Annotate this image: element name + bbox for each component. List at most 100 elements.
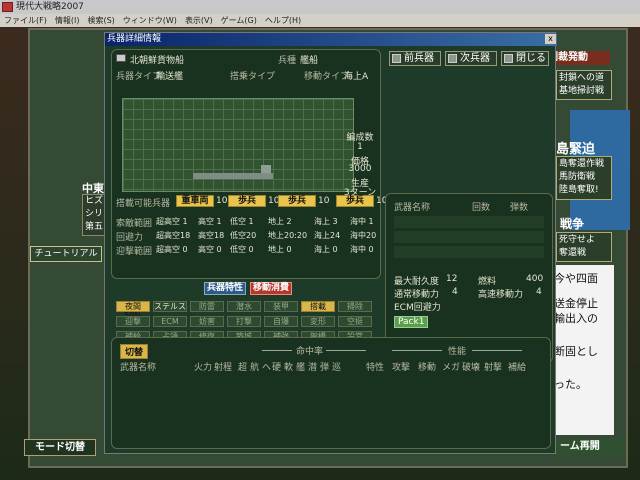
price-value: 3000 (348, 164, 372, 174)
performance-column-header: 攻撃 (392, 363, 411, 373)
weapon-ammo-header: 弾数 (510, 203, 529, 213)
menu-item[interactable]: ヘルプ(H) (265, 16, 301, 25)
durability-value: 12 (446, 274, 458, 284)
briefing-line: 今や四面 (554, 272, 598, 285)
tab-move-cost[interactable]: 移動消費 (250, 282, 292, 295)
feature-chip[interactable]: 装甲 (264, 301, 298, 312)
weapon-detail-dialog: 兵器詳細情報 x 北朝鮮貨物船 兵種 艦船 兵器タイプ 輸送艦 搭乗タイプ 移動タ… (104, 32, 557, 454)
weapon-row[interactable] (394, 246, 544, 258)
range-cell: 地上20:20 (268, 231, 308, 240)
range-cell: 海上 0 (314, 245, 338, 254)
scenario-box-island[interactable]: 島奪還作戦 馬防衛戦 陸島奪取! (556, 156, 612, 200)
scenario-item[interactable]: 死守せよ (559, 234, 609, 247)
game-window: 現代大戦略2007 ファイル(F) 情報(I) 検索(S) ウィンドウ(W) 表示(V)… (0, 0, 640, 480)
menu-bar: ファイル(F) 情報(I) 検索(S) ウィンドウ(W) 表示(V) ゲーム(G) ヘルプ(… (0, 14, 640, 27)
unit-name: 北朝鮮貨物船 (130, 56, 185, 66)
menu-item[interactable]: 表示(V) (185, 16, 213, 25)
feature-chip[interactable]: 夜間50% (116, 301, 150, 320)
switch-button[interactable]: 切替 (120, 344, 149, 359)
scenario-item[interactable]: 基地掃討戦 (559, 85, 609, 98)
close-icon[interactable]: x (545, 34, 556, 44)
feature-chip[interactable]: 妨害 (190, 316, 224, 327)
feature-chip[interactable]: 空挺 (338, 316, 372, 327)
menu-item[interactable]: 検索(S) (87, 16, 114, 25)
type-value: 艦船 (300, 56, 319, 66)
unit-info-panel: 北朝鮮貨物船 兵種 艦船 兵器タイプ 輸送艦 搭乗タイプ 移動タイプ 海上A 編… (111, 49, 387, 357)
dialog-title: 兵器詳細情報 x (105, 33, 557, 46)
range-cell: 低空 1 (230, 217, 254, 226)
divider (472, 350, 522, 351)
range-cell: 超高空 0 (156, 245, 188, 254)
feature-chip[interactable]: 掃除 (338, 301, 372, 312)
divider (392, 350, 442, 351)
carry-slot-value: 10 (318, 196, 330, 206)
feature-chip[interactable]: 打撃 (227, 316, 261, 327)
menu-item[interactable]: ウィンドウ(W) (123, 16, 177, 25)
range-cell: 超高空18 (156, 231, 191, 240)
performance-column-header: 弾 (320, 363, 330, 373)
performance-column-header: 特性 (366, 363, 385, 373)
performance-column-header: 超 (238, 363, 248, 373)
fast-move-value: 4 (536, 287, 542, 297)
window-title: 現代大戦略2007 (16, 2, 84, 12)
scenario-item[interactable]: 馬防衛戦 (559, 171, 609, 184)
menu-item[interactable]: 情報(I) (55, 16, 80, 25)
resume-game-button[interactable]: ーム再開 (556, 439, 626, 455)
island-label: 島緊迫 (556, 142, 596, 157)
carry-slot-name: 重車両 (176, 195, 214, 207)
divider (262, 350, 292, 351)
weapon-name-header: 武器名称 (394, 203, 431, 213)
menu-item[interactable]: ゲーム(G) (221, 16, 257, 25)
formation-value: 1 (357, 142, 363, 152)
feature-chip[interactable]: 防雷 (190, 301, 224, 312)
performance-column-header: 破壊 (462, 363, 481, 373)
next-weapon-button[interactable]: 次兵器 (445, 51, 497, 66)
scenario-item[interactable]: 島奪還作戦 (559, 158, 609, 171)
range-cell: 高空18 (198, 231, 225, 240)
performance-column-header: 軟 (284, 363, 294, 373)
weapon-row[interactable] (394, 216, 544, 228)
performance-column-header: 航 (250, 363, 260, 373)
feature-chip[interactable]: 潜水 (227, 301, 261, 312)
weapon-row[interactable] (394, 231, 544, 243)
range-cell: 海上 3 (314, 217, 338, 226)
tab-features[interactable]: 兵器特性 (204, 282, 246, 295)
next-weapon-label: 次兵器 (460, 53, 490, 64)
prev-weapon-label: 前兵器 (404, 53, 434, 64)
weapon-type-value: 輸送艦 (156, 72, 184, 82)
briefing-line: った。 (554, 378, 587, 391)
tutorial-button[interactable]: チュートリアル (30, 246, 102, 262)
pack-button[interactable]: Pack1 (394, 316, 429, 328)
scenario-item[interactable]: 奪還戦 (559, 247, 609, 260)
scenario-box-blockade[interactable]: 封鎖への道 基地掃討戦 (556, 70, 612, 100)
square-icon (392, 54, 401, 63)
durability-label: 最大耐久度 (394, 277, 440, 287)
menu-item[interactable]: ファイル(F) (4, 16, 47, 25)
square-icon (504, 54, 513, 63)
feature-chip[interactable]: 変形 (301, 316, 335, 327)
briefing-line: 輸出入の (554, 312, 598, 325)
scenario-box-war[interactable]: 死守せよ 奪還戦 (556, 232, 612, 262)
ship-bridge-icon (261, 165, 271, 173)
dialog-title-text: 兵器詳細情報 (107, 34, 162, 44)
feature-chip[interactable]: ECM (153, 316, 187, 327)
performance-column-header: 巡 (332, 363, 342, 373)
scenario-item[interactable]: 陸島奪取! (559, 184, 609, 197)
weapon-performance-panel: 切替 武器名称 命中率 性能 火力 射程超航ヘ硬軟艦潜弾巡 特性 攻撃 移動 メガ 破壊 射撃… (111, 337, 551, 449)
performance-column-header: 硬 (272, 363, 282, 373)
performance-column-header: ヘ (262, 363, 272, 373)
prev-weapon-button[interactable]: 前兵器 (389, 51, 441, 66)
move-type-value: 海上A (344, 72, 369, 82)
flag-icon (116, 54, 126, 62)
bottom-name-header: 武器名称 (120, 363, 157, 373)
feature-chip[interactable]: 迎撃 (116, 316, 150, 327)
range-row-label: 索敵範囲 (116, 219, 153, 229)
feature-chip[interactable]: 自爆 (264, 316, 298, 327)
mode-switch-button[interactable]: モード切替 (24, 439, 96, 456)
carry-label: 搭載可能兵器 (116, 199, 171, 209)
feature-chip[interactable]: 搭載 (301, 301, 335, 312)
feature-chip[interactable]: ステルス (153, 301, 187, 312)
close-dialog-button[interactable]: 閉じる (501, 51, 549, 66)
fuel-value: 400 (526, 274, 544, 284)
scenario-item[interactable]: 封鎖への道 (559, 72, 609, 85)
